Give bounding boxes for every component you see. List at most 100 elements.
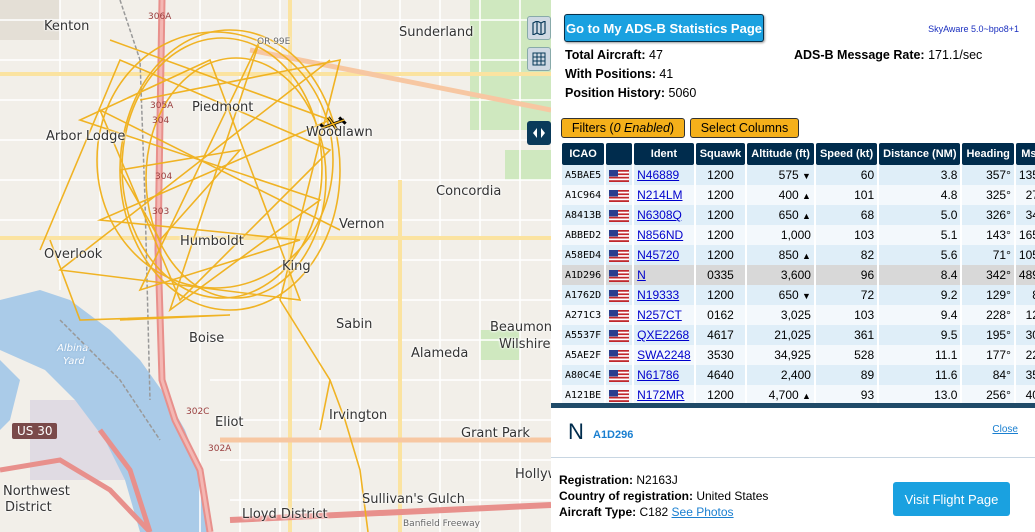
cell-flag [606, 345, 633, 365]
map-label-boise: Boise [189, 331, 225, 346]
map-layer-icon[interactable] [527, 16, 551, 40]
cell-flag [606, 285, 633, 305]
cell-speed: 72 [815, 285, 878, 305]
us-flag-icon [609, 209, 630, 222]
cell-icao: A5AE2F [562, 345, 605, 365]
ident-link[interactable]: N214LM [637, 188, 682, 202]
col-squawk[interactable]: Squawk [695, 143, 746, 165]
map-canvas[interactable] [0, 0, 551, 532]
cell-distance: 13.0 [879, 385, 961, 405]
cell-altitude: 1,000 [747, 225, 814, 245]
table-row[interactable]: A1D296 N 03353,600 968.4342°489 [562, 265, 1035, 285]
cell-speed: 60 [815, 165, 878, 185]
cell-ident: QXE2268 [634, 325, 694, 345]
us-flag-icon [609, 189, 630, 202]
map-label-lloyd-district: Lloyd District [242, 507, 328, 522]
cell-distance: 8.4 [879, 265, 961, 285]
table-row[interactable]: A5BAE5 N46889 1200575 ▼603.8357°135 [562, 165, 1035, 185]
us-flag-icon [609, 229, 630, 242]
cell-squawk: 4640 [695, 365, 746, 385]
close-link[interactable]: Close [992, 424, 1018, 435]
table-row[interactable]: A5537F QXE2268 461721,025 3619.5195°30 [562, 325, 1035, 345]
cell-flag [606, 205, 633, 225]
col-heading[interactable]: Heading [962, 143, 1014, 165]
col-msgs[interactable]: Ms [1015, 143, 1035, 165]
map-label-sullivans-gulch: Sullivan's Gulch [362, 492, 466, 507]
select-columns-button[interactable]: Select Columns [690, 118, 799, 138]
table-row[interactable]: A58ED4 N45720 1200850 ▲825.671°105 [562, 245, 1035, 265]
table-row[interactable]: A8413B N6308Q 1200650 ▲685.0326°34 [562, 205, 1035, 225]
cell-heading: 71° [962, 245, 1014, 265]
cell-msgs: 40 [1015, 385, 1035, 405]
table-row[interactable]: A5AE2F SWA2248 353034,925 52811.1177°22 [562, 345, 1035, 365]
cell-distance: 5.0 [879, 205, 961, 225]
ident-link[interactable]: N45720 [637, 248, 679, 262]
table-row[interactable]: ABBED2 N856ND 12001,000 1035.1143°165 [562, 225, 1035, 245]
col-flag[interactable] [606, 143, 633, 165]
col-icao[interactable]: ICAO [562, 143, 605, 165]
cell-squawk: 0335 [695, 265, 746, 285]
col-altitude[interactable]: Altitude (ft) [747, 143, 814, 165]
map-label-humboldt: Humboldt [180, 234, 244, 249]
cell-flag [606, 385, 633, 405]
cell-icao: A5537F [562, 325, 605, 345]
map-view[interactable]: Kenton Sunderland Arbor Lodge Piedmont W… [0, 0, 551, 532]
cell-altitude: 3,600 [747, 265, 814, 285]
cell-speed: 361 [815, 325, 878, 345]
cell-altitude: 650 ▲ [747, 205, 814, 225]
cell-ident: N257CT [634, 305, 694, 325]
grid-icon[interactable] [527, 47, 551, 71]
col-ident[interactable]: Ident [634, 143, 694, 165]
cell-msgs: 489 [1015, 265, 1035, 285]
table-row[interactable]: A271C3 N257CT 01623,025 1039.4228°12 [562, 305, 1035, 325]
ident-link[interactable]: N61786 [637, 368, 679, 382]
map-label-hollywood: Hollyw [515, 467, 551, 482]
cell-altitude: 2,400 [747, 365, 814, 385]
map-label-beaumont: Beaumont- [490, 320, 551, 335]
table-row[interactable]: A1C964 N214LM 1200400 ▲1014.8325°27 [562, 185, 1035, 205]
registration: Registration: N2163J [559, 473, 678, 487]
cell-speed: 93 [815, 385, 878, 405]
cell-distance: 9.5 [879, 325, 961, 345]
map-label-concordia: Concordia [436, 184, 502, 199]
cell-distance: 5.6 [879, 245, 961, 265]
cell-icao: A1D296 [562, 265, 605, 285]
us-flag-icon [609, 249, 630, 262]
map-label-yard: Yard [63, 356, 85, 367]
ident-link[interactable]: SWA2248 [637, 348, 691, 362]
statistics-page-button[interactable]: Go to My ADS-B Statistics Page [564, 14, 764, 42]
col-distance[interactable]: Distance (NM) [879, 143, 961, 165]
cell-icao: A1C964 [562, 185, 605, 205]
cell-altitude: 400 ▲ [747, 185, 814, 205]
cell-flag [606, 305, 633, 325]
exit-label: 304 [155, 172, 173, 182]
see-photos-link[interactable]: See Photos [672, 505, 734, 519]
ident-link[interactable]: N257CT [637, 308, 682, 322]
us-flag-icon [609, 369, 630, 382]
cell-squawk: 3530 [695, 345, 746, 365]
ident-link[interactable]: N6308Q [637, 208, 682, 222]
exit-label: 305A [150, 101, 174, 111]
ident-link[interactable]: QXE2268 [637, 328, 689, 342]
cell-msgs: 8 [1015, 285, 1035, 305]
cell-altitude: 850 ▲ [747, 245, 814, 265]
filters-button[interactable]: Filters (0 Enabled) [561, 118, 685, 138]
ident-link[interactable]: N [637, 268, 646, 282]
table-row[interactable]: A121BE N172MR 12004,700 ▲9313.0256°40 [562, 385, 1035, 405]
version-label: SkyAware 5.0~bpo8+1 [928, 24, 1019, 34]
visit-flight-page-button[interactable]: Visit Flight Page [893, 482, 1010, 516]
ident-link[interactable]: N19333 [637, 288, 679, 302]
ident-link[interactable]: N46889 [637, 168, 679, 182]
ident-link[interactable]: N172MR [637, 388, 684, 402]
cell-ident: SWA2248 [634, 345, 694, 365]
map-label-banfield: Banfield Freeway [403, 519, 480, 529]
table-row[interactable]: A80C4E N61786 46402,400 8911.684°35 [562, 365, 1035, 385]
message-rate: ADS-B Message Rate: 171.1/sec [794, 48, 983, 62]
map-label-eliot: Eliot [215, 415, 244, 430]
col-speed[interactable]: Speed (kt) [815, 143, 878, 165]
ident-link[interactable]: N856ND [637, 228, 683, 242]
map-label-grant-park: Grant Park [461, 426, 530, 441]
collapse-arrows-icon[interactable] [527, 121, 551, 145]
table-row[interactable]: A1762D N19333 1200650 ▼729.2129°8 [562, 285, 1035, 305]
panel-divider[interactable] [551, 403, 1035, 408]
